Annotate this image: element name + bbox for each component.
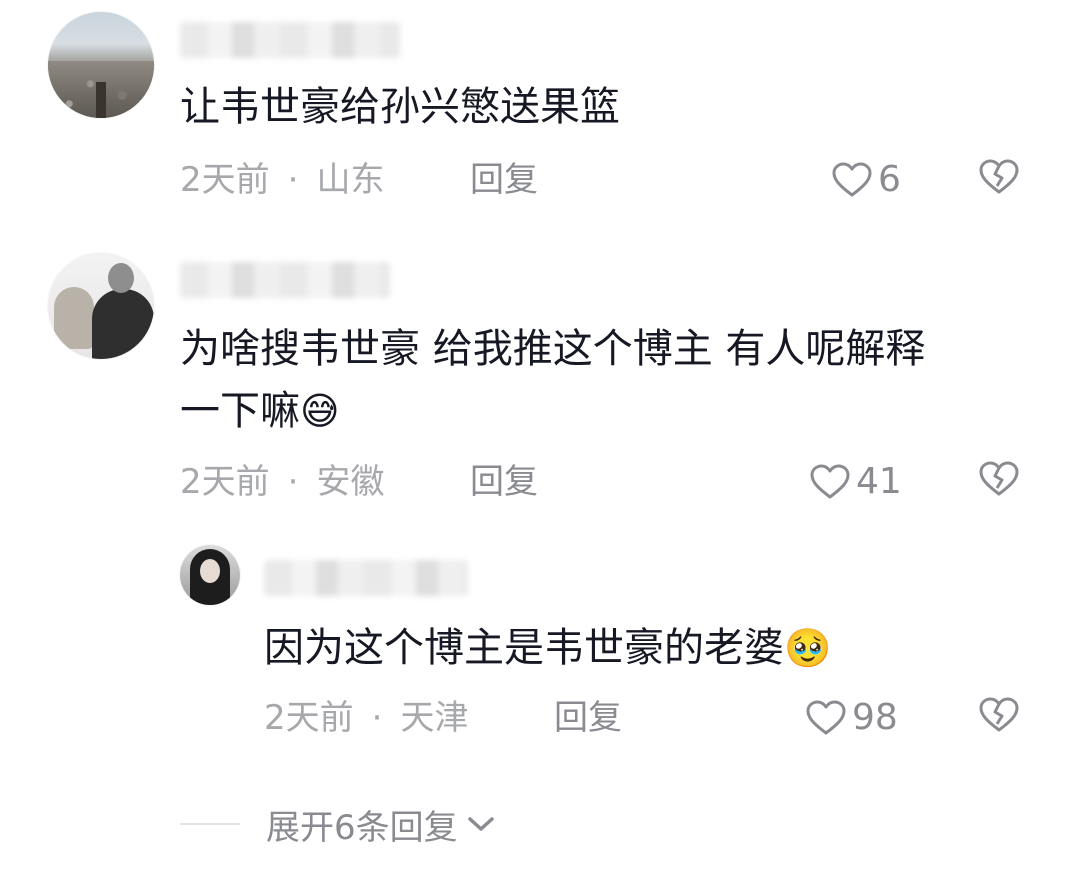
meta-separator: · (371, 698, 383, 738)
pleading-face-emoji: 🥹 (784, 626, 832, 670)
comment-meta: 2天前 · 安徽 (180, 462, 384, 502)
comment-text-content: 因为这个博主是韦世豪的老婆 (264, 625, 784, 671)
username-blurred[interactable] (180, 262, 390, 298)
comment-location: 天津 (400, 698, 469, 738)
comment-location: 山东 (316, 160, 385, 200)
heart-outline-icon (832, 162, 872, 197)
like-button[interactable]: 41 (810, 462, 902, 502)
broken-heart-icon (979, 697, 1019, 732)
like-button[interactable]: 98 (806, 698, 898, 738)
comment-location: 安徽 (316, 462, 385, 502)
comment-list: 让韦世豪给孙兴慜送果篮 2天前 · 山东 回复 6 为啥搜韦世豪 给我推这个博主 有… (0, 0, 1080, 886)
like-count: 6 (878, 159, 901, 200)
comment-meta: 2天前 · 山东 (180, 160, 384, 200)
comment-time: 2天前 (180, 160, 270, 200)
dislike-button[interactable] (978, 696, 1020, 738)
like-button[interactable]: 6 (832, 160, 901, 200)
broken-heart-icon (979, 159, 1019, 194)
expand-replies-label: 展开6条回复 (266, 807, 458, 848)
grinning-sweat-emoji: 😅 (300, 389, 340, 433)
username-blurred[interactable] (180, 22, 400, 58)
chevron-down-icon (467, 817, 494, 831)
dislike-button[interactable] (978, 460, 1020, 502)
meta-separator: · (287, 160, 299, 200)
broken-heart-icon (979, 461, 1019, 496)
expand-replies-button[interactable]: 展开6条回复 (180, 800, 496, 848)
avatar[interactable] (48, 253, 154, 359)
meta-separator: · (287, 462, 299, 502)
avatar[interactable] (180, 545, 240, 605)
reply-button[interactable]: 回复 (554, 698, 622, 738)
comment-time: 2天前 (180, 462, 270, 502)
comment-time: 2天前 (264, 698, 354, 738)
comment-text-line2: 一下嘛😅 (180, 380, 340, 442)
heart-outline-icon (806, 700, 846, 735)
like-count: 98 (852, 697, 898, 738)
reply-button[interactable]: 回复 (470, 462, 538, 502)
divider (180, 823, 240, 825)
reply-button[interactable]: 回复 (470, 160, 538, 200)
dislike-button[interactable] (978, 158, 1020, 200)
comment-text: 因为这个博主是韦世豪的老婆🥹 (264, 617, 831, 679)
comment-text: 让韦世豪给孙兴慜送果篮 (180, 84, 620, 130)
comment-text-line2-content: 一下嘛 (180, 388, 300, 434)
like-count: 41 (856, 461, 902, 502)
comment-meta: 2天前 · 天津 (264, 698, 468, 738)
avatar[interactable] (48, 12, 154, 118)
heart-outline-icon (810, 464, 850, 499)
username-blurred[interactable] (264, 560, 468, 596)
comment-text-line1: 为啥搜韦世豪 给我推这个博主 有人呢解释 (180, 326, 926, 372)
